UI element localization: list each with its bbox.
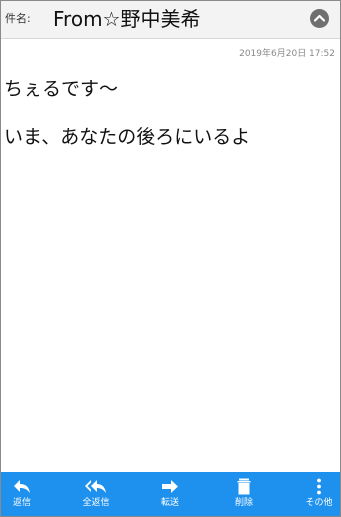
mail-view-window: 件名: From☆野中美希 2019年6月20日 17:52 ちぇるです〜 いま… bbox=[0, 0, 341, 517]
forward-label: 転送 bbox=[160, 498, 179, 508]
reply-all-icon bbox=[85, 480, 106, 493]
reply-label: 返信 bbox=[12, 498, 31, 508]
mail-header: 件名: From☆野中美希 bbox=[1, 1, 340, 39]
subject-text: From☆野中美希 bbox=[53, 7, 201, 31]
reply-all-label: 全返信 bbox=[82, 498, 110, 508]
bottom-toolbar: 返信 全返信 転送 削除 その他 bbox=[1, 472, 340, 516]
more-vertical-icon bbox=[317, 478, 321, 495]
chevron-up-icon bbox=[314, 14, 325, 22]
forward-icon bbox=[162, 480, 178, 493]
more-label: その他 bbox=[305, 498, 333, 508]
message-body-line: ちぇるです〜 bbox=[4, 78, 119, 100]
collapse-header-button[interactable] bbox=[310, 9, 329, 28]
forward-button[interactable]: 転送 bbox=[144, 472, 196, 516]
reply-all-button[interactable]: 全返信 bbox=[70, 472, 122, 516]
reply-icon bbox=[14, 480, 30, 493]
trash-icon bbox=[237, 478, 251, 495]
delete-label: 削除 bbox=[234, 498, 253, 508]
reply-button[interactable]: 返信 bbox=[1, 472, 48, 516]
message-body-line: いま、あなたの後ろにいるよ bbox=[4, 126, 251, 148]
more-button[interactable]: その他 bbox=[293, 472, 340, 516]
subject-label: 件名: bbox=[5, 12, 31, 25]
delete-button[interactable]: 削除 bbox=[218, 472, 270, 516]
received-date: 2019年6月20日 17:52 bbox=[239, 49, 335, 59]
